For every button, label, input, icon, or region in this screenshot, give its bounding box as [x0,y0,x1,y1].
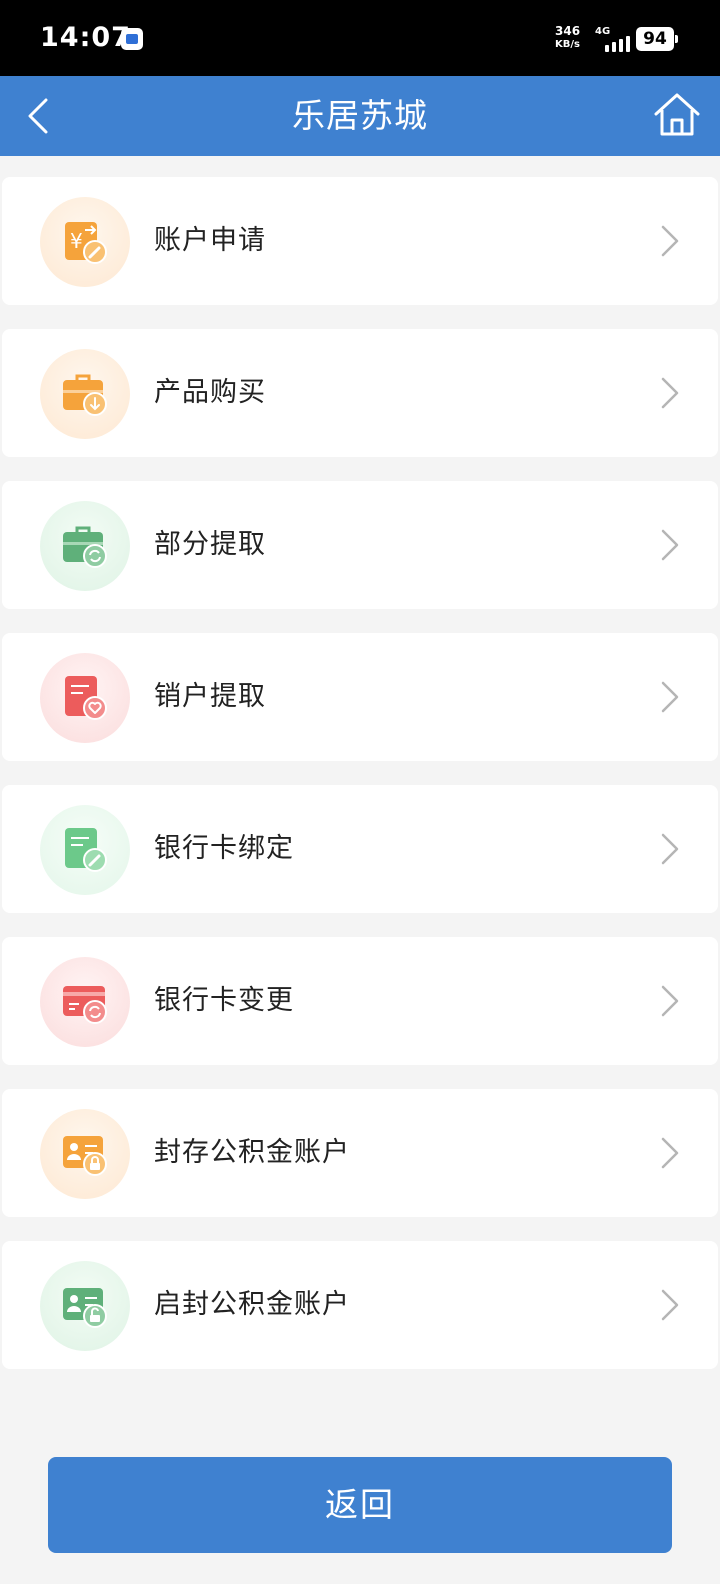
chevron-right-icon [661,529,679,561]
menu-icon-badge [40,805,130,895]
document-edit-icon [65,828,107,872]
menu-item-label: 启封公积金账户 [154,1289,350,1320]
home-icon [654,93,700,136]
briefcase-download-icon [63,374,107,416]
menu-icon-badge: ¥ [40,197,130,287]
briefcase-refresh-icon [63,526,107,568]
chevron-right-icon [661,985,679,1017]
home-button[interactable] [652,90,702,140]
menu-item-product-purchase[interactable]: 产品购买 [2,329,718,457]
network-speed-value: 346 [555,24,581,38]
signal-icon [603,34,631,52]
document-heart-icon [65,676,107,720]
yuan-exchange-icon: ¥ [65,222,107,264]
menu-icon-badge [40,501,130,591]
battery-level: 94 [643,29,667,49]
menu-item-label: 封存公积金账户 [154,1137,350,1168]
notification-app-icon [121,28,143,50]
menu-item-label: 销户提取 [154,681,266,712]
menu-item-label: 部分提取 [154,529,266,560]
network-speed: 346 KB/s [555,25,580,51]
menu-item-partial-withdrawal[interactable]: 部分提取 [2,481,718,609]
network-speed-unit: KB/s [555,39,581,50]
card-refresh-icon [63,986,107,1024]
id-card-unlock-icon [63,1288,107,1328]
chevron-right-icon [661,1289,679,1321]
menu-item-bank-card-bind[interactable]: 银行卡绑定 [2,785,718,913]
menu-item-label: 产品购买 [154,377,266,408]
menu-item-unseal-fund-account[interactable]: 启封公积金账户 [2,1241,718,1369]
status-bar: 14:07 346 KB/s 4G 94 [0,0,720,76]
chevron-right-icon [661,1137,679,1169]
chevron-right-icon [661,377,679,409]
menu-item-label: 银行卡绑定 [154,833,294,864]
chevron-left-icon [28,98,48,134]
menu-item-label: 账户申请 [154,225,266,256]
menu-item-label: 银行卡变更 [154,985,294,1016]
back-button[interactable] [20,92,68,140]
menu-item-account-apply[interactable]: ¥ 账户申请 [2,177,718,305]
menu-icon-badge [40,957,130,1047]
service-menu: ¥ 账户申请 产品购买 部分提取 销户提取 银行卡绑定 银行卡变更 封存公积金账… [2,177,718,1393]
menu-item-close-account-withdrawal[interactable]: 销户提取 [2,633,718,761]
chevron-right-icon [661,225,679,257]
status-time: 14:07 [40,22,131,53]
page-title: 乐居苏城 [292,96,428,135]
menu-item-bank-card-change[interactable]: 银行卡变更 [2,937,718,1065]
menu-item-seal-fund-account[interactable]: 封存公积金账户 [2,1089,718,1217]
return-button[interactable]: 返回 [48,1457,672,1553]
svg-text:¥: ¥ [70,229,83,253]
app-header: 乐居苏城 [0,76,720,156]
chevron-right-icon [661,833,679,865]
menu-icon-badge [40,349,130,439]
menu-icon-badge [40,1261,130,1351]
menu-icon-badge [40,653,130,743]
menu-icon-badge [40,1109,130,1199]
battery-icon: 94 [636,27,678,51]
id-card-lock-icon [63,1136,107,1176]
chevron-right-icon [661,681,679,713]
